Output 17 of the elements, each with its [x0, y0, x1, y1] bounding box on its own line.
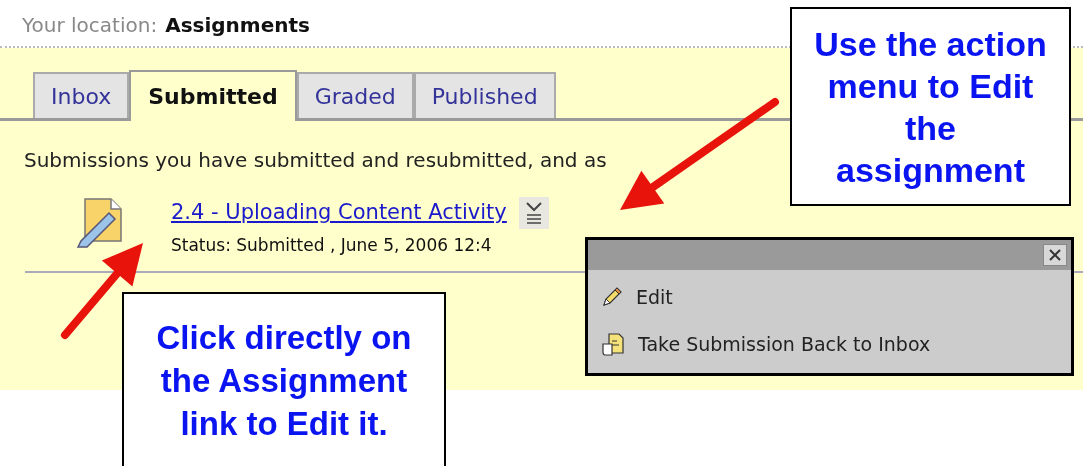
tab[interactable]: Submitted [129, 70, 297, 121]
callout-text: Click directly on the Assignment link to Edit it. [155, 318, 413, 444]
action-menu-icon[interactable] [518, 197, 549, 229]
tab[interactable]: Published [413, 72, 556, 118]
tab[interactable]: Inbox [33, 72, 130, 118]
close-button[interactable] [1043, 244, 1067, 266]
menu-item[interactable]: Take Submission Back to Inbox [588, 320, 1071, 367]
assignment-link[interactable]: 2.4 - Uploading Content Activity [171, 197, 507, 229]
callout-text: Use the action menu to Edit the assignment [813, 23, 1048, 191]
menu-item[interactable]: Edit [588, 274, 1071, 321]
status-text: Status: Submitted , June 5, 2006 12:4 [171, 234, 493, 257]
description-text: Submissions you have submitted and resubmitted, and as [24, 147, 607, 174]
close-icon [1048, 248, 1062, 262]
location-label: Your location: [22, 12, 158, 39]
location-value: Assignments [165, 12, 310, 39]
tab[interactable]: Graded [296, 72, 414, 118]
document-hand-icon [600, 330, 626, 357]
